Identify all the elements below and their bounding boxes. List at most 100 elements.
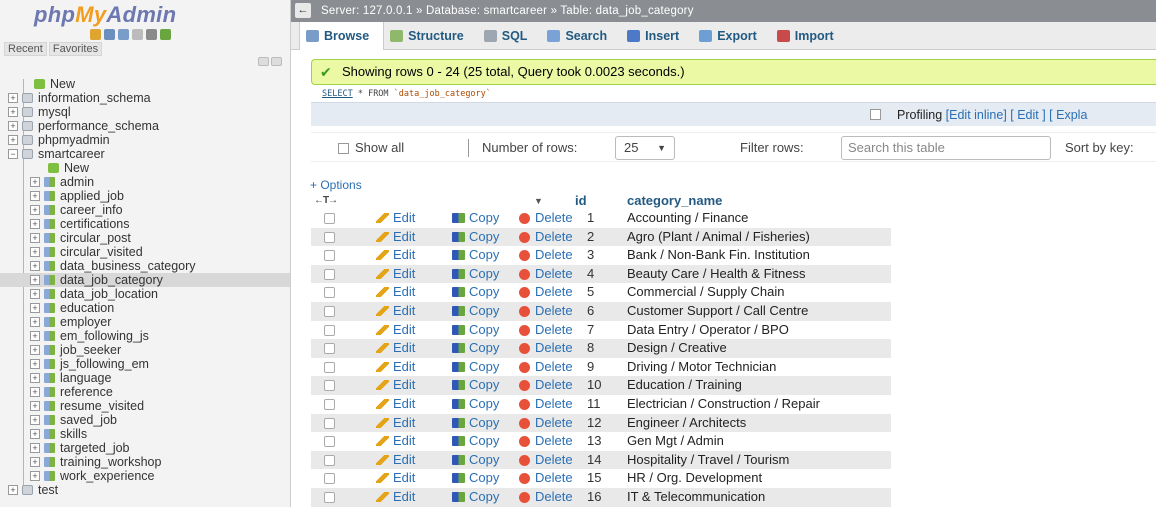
table-icon[interactable] [44,359,55,369]
edit-button[interactable]: Edit [376,376,415,395]
tab-sql[interactable]: SQL [478,22,542,50]
table-icon[interactable] [44,247,55,257]
show-all-checkbox[interactable] [338,143,349,154]
tree-item-circular-visited[interactable]: + circular_visited [0,245,290,259]
breadcrumb-text[interactable]: Server: 127.0.0.1 » Database: smartcaree… [321,0,694,22]
tree-item-language[interactable]: + language [0,371,290,385]
delete-button[interactable]: Delete [519,395,573,414]
table-icon[interactable] [44,317,55,327]
expand-icon[interactable]: + [30,359,40,369]
tab-export[interactable]: Export [693,22,771,50]
expand-icon[interactable]: + [8,485,18,495]
delete-button[interactable]: Delete [519,358,573,377]
tree-item-career-info[interactable]: + career_info [0,203,290,217]
tree-item-New[interactable]: New [0,161,290,175]
expand-icon[interactable]: + [30,345,40,355]
edit-button[interactable]: Edit [376,228,415,247]
expand-icon[interactable]: + [8,107,18,117]
sort-icon[interactable]: ▼ [534,193,543,209]
table-icon[interactable] [44,303,55,313]
expand-icon[interactable]: + [30,387,40,397]
copy-button[interactable]: Copy [452,488,499,507]
table-icon[interactable] [44,401,55,411]
edit-button[interactable]: Edit [376,283,415,302]
delete-button[interactable]: Delete [519,432,573,451]
edit-button[interactable]: Edit [376,265,415,284]
copy-button[interactable]: Copy [452,283,499,302]
expand-icon[interactable]: + [30,177,40,187]
expand-icon[interactable]: + [8,93,18,103]
tree-item-label[interactable]: performance_schema [38,119,159,133]
copy-button[interactable]: Copy [452,395,499,414]
delete-button[interactable]: Delete [519,302,573,321]
edit-button[interactable]: Edit [376,432,415,451]
copy-button[interactable]: Copy [452,209,499,228]
table-icon[interactable] [44,345,55,355]
tree-item-label[interactable]: data_business_category [60,259,196,273]
expand-icon[interactable]: + [30,471,40,481]
row-checkbox[interactable] [324,417,335,429]
tree-item-test[interactable]: + test [0,483,290,497]
cell-category-name[interactable]: Customer Support / Call Centre [627,302,808,321]
copy-button[interactable]: Copy [452,469,499,488]
table-icon[interactable] [44,233,55,243]
tree-item-label[interactable]: language [60,371,111,385]
tree-item-label[interactable]: phpmyadmin [38,133,110,147]
delete-button[interactable]: Delete [519,414,573,433]
tree-item-work-experience[interactable]: + work_experience [0,469,290,483]
tree-item-label[interactable]: data_job_location [60,287,158,301]
tree-item-label[interactable]: admin [60,175,94,189]
tree-item-performance-schema[interactable]: + performance_schema [0,119,290,133]
table-icon[interactable] [44,331,55,341]
tree-item-label[interactable]: job_seeker [60,343,121,357]
tree-item-employer[interactable]: + employer [0,315,290,329]
expand-icon[interactable]: + [30,443,40,453]
tree-item-New[interactable]: New [0,77,290,91]
cell-category-name[interactable]: Gen Mgt / Admin [627,432,724,451]
delete-button[interactable]: Delete [519,246,573,265]
cell-category-name[interactable]: HR / Org. Development [627,469,762,488]
tree-item-training-workshop[interactable]: + training_workshop [0,455,290,469]
cell-id[interactable]: 2 [587,228,594,247]
reload-icon[interactable] [160,29,171,40]
cell-id[interactable]: 7 [587,321,594,340]
tree-item-label[interactable]: em_following_js [60,329,149,343]
cell-id[interactable]: 11 [587,395,601,414]
expand-icon[interactable]: + [8,135,18,145]
logout-icon[interactable] [104,29,115,40]
expand-icon[interactable]: + [30,261,40,271]
profiling-links[interactable]: [Edit inline] [ Edit ] [ Expla [946,108,1088,122]
tree-item-label[interactable]: work_experience [60,469,155,483]
tree-item-label[interactable]: smartcareer [38,147,105,161]
database-icon[interactable] [22,93,33,103]
expand-icon[interactable]: + [30,373,40,383]
cell-category-name[interactable]: Engineer / Architects [627,414,746,433]
tree-item-reference[interactable]: + reference [0,385,290,399]
table-icon[interactable] [44,289,55,299]
expand-icon[interactable]: + [30,275,40,285]
docs-icon[interactable] [118,29,129,40]
new-icon[interactable] [48,163,59,173]
expand-icon[interactable]: + [30,429,40,439]
row-checkbox[interactable] [324,491,335,503]
copy-button[interactable]: Copy [452,321,499,340]
cell-id[interactable]: 12 [587,414,601,433]
copy-button[interactable]: Copy [452,302,499,321]
delete-button[interactable]: Delete [519,265,573,284]
new-icon[interactable] [34,79,45,89]
table-icon[interactable] [44,429,55,439]
copy-button[interactable]: Copy [452,376,499,395]
row-checkbox[interactable] [324,324,335,336]
edit-button[interactable]: Edit [376,469,415,488]
tree-item-phpmyadmin[interactable]: + phpmyadmin [0,133,290,147]
edit-button[interactable]: Edit [376,302,415,321]
row-checkbox[interactable] [324,473,335,485]
table-icon[interactable] [44,275,55,285]
cell-id[interactable]: 16 [587,488,601,507]
tree-item-label[interactable]: circular_post [60,231,131,245]
cell-id[interactable]: 6 [587,302,594,321]
edit-button[interactable]: Edit [376,321,415,340]
row-checkbox[interactable] [324,361,335,373]
copy-button[interactable]: Copy [452,246,499,265]
delete-button[interactable]: Delete [519,209,573,228]
